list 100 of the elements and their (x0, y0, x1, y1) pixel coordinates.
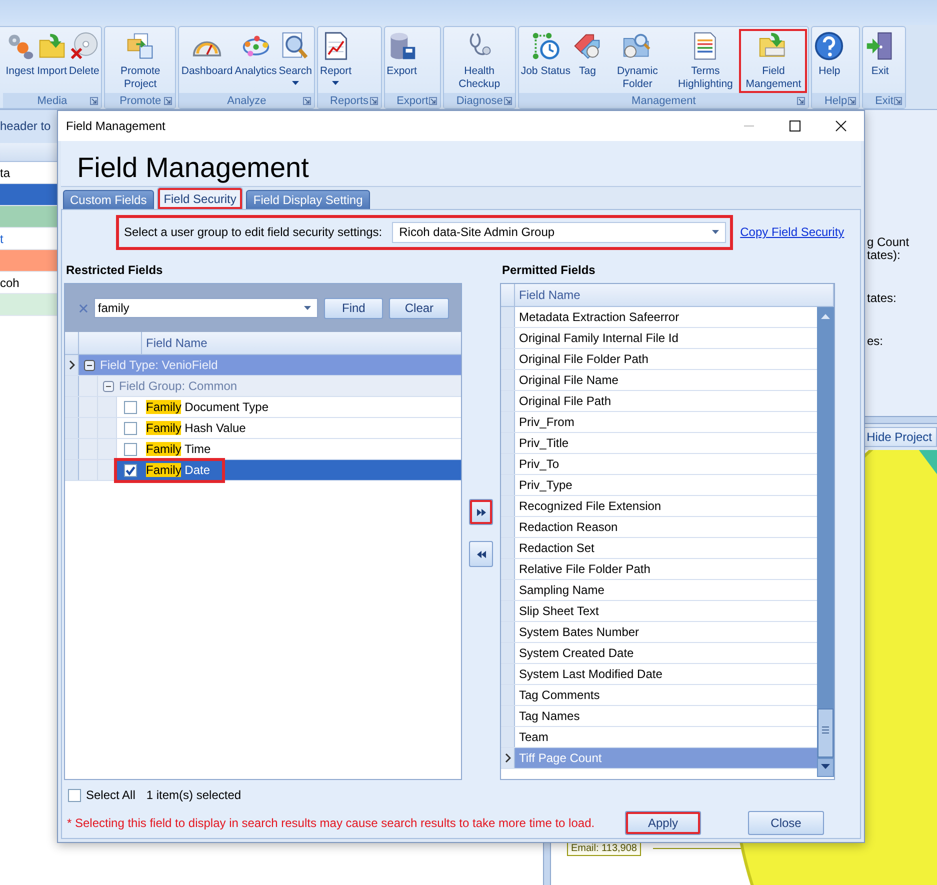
table-cell: coh (0, 276, 20, 290)
scrollbar[interactable] (817, 307, 834, 777)
launcher-icon[interactable] (370, 97, 378, 105)
field-row[interactable]: Tag Comments (515, 685, 817, 705)
field-row[interactable]: Team (515, 727, 817, 747)
ribbon-button[interactable]: Dynamic Folder (603, 29, 672, 93)
tab[interactable]: Field Security (156, 187, 244, 209)
ribbon-button[interactable]: Field Mangement (739, 29, 808, 93)
field-row[interactable]: Original File Path (515, 391, 817, 411)
move-right-button[interactable] (469, 499, 493, 525)
launcher-icon[interactable] (894, 97, 902, 105)
ribbon-button[interactable]: Analytics (234, 29, 278, 93)
field-label: g Count (867, 236, 910, 249)
field-row[interactable]: Priv_To (515, 454, 817, 474)
move-left-button[interactable] (469, 541, 493, 567)
column-header[interactable]: Field Name (515, 284, 816, 306)
ribbon-button[interactable]: Terms Highlighting (671, 29, 740, 93)
field-row[interactable]: Priv_Title (515, 433, 817, 453)
field-row[interactable]: Redaction Set (515, 538, 817, 558)
launcher-icon[interactable] (164, 97, 172, 105)
launcher-icon[interactable] (848, 97, 856, 105)
ribbon-button[interactable]: Dashboard (180, 29, 234, 93)
close-button[interactable]: Close (748, 810, 824, 834)
user-group-dropdown[interactable]: Ricoh data-Site Admin Group (392, 222, 726, 242)
row-indicator[interactable] (65, 355, 79, 375)
dialog-heading: Field Management (77, 150, 309, 184)
grid-row[interactable] (0, 250, 57, 272)
group-label: Exit (875, 94, 894, 106)
collapse-icon[interactable] (84, 360, 95, 370)
section-heading: Permitted Fields (501, 263, 596, 279)
field-row[interactable]: System Bates Number (515, 622, 817, 642)
warning-note: * Selecting this field to display in search results may cause search results to take more time to load. (67, 816, 596, 830)
field-row[interactable]: Priv_Type (515, 475, 817, 495)
ribbon-button[interactable]: Health Checkup (445, 29, 514, 93)
field-row[interactable]: Redaction Reason (515, 517, 817, 537)
field-row[interactable]: Recognized File Extension (515, 496, 817, 516)
launcher-icon[interactable] (90, 97, 98, 105)
checkbox[interactable] (124, 400, 136, 414)
indent-cell (98, 418, 116, 438)
ribbon-button[interactable]: Delete (68, 29, 100, 93)
field-row[interactable]: Relative File Folder Path (515, 559, 817, 579)
field-row[interactable]: Metadata Extraction Safeerror (515, 307, 817, 327)
field-row[interactable]: Sampling Name (515, 580, 817, 600)
field-row[interactable]: Original File Name (515, 370, 817, 390)
ribbon-button[interactable]: Report (319, 29, 353, 93)
launcher-icon[interactable] (429, 97, 438, 105)
field-label: es: (867, 335, 884, 348)
field-row[interactable]: System Last Modified Date (515, 664, 817, 684)
field-row[interactable]: System Created Date (515, 643, 817, 663)
ribbon-button[interactable]: Import (36, 29, 68, 93)
field-row[interactable]: Priv_From (515, 412, 817, 432)
ribbon-button[interactable]: Help (813, 29, 846, 93)
tab[interactable]: Custom Fields (63, 190, 154, 209)
launcher-icon[interactable] (303, 97, 312, 105)
group-label: Field Type: VenioField (100, 358, 218, 372)
table-cell: t (0, 232, 4, 246)
ribbon-button[interactable]: Search (278, 29, 314, 93)
grid-row[interactable] (0, 184, 57, 206)
find-button[interactable]: Find (324, 298, 384, 318)
column-header[interactable] (0, 143, 57, 162)
ribbon-button[interactable]: Export (386, 29, 418, 93)
section-heading: Restricted Fields (65, 263, 164, 279)
caret-icon (712, 230, 720, 234)
table-cell: ta (0, 166, 10, 180)
caret-icon (304, 306, 311, 310)
copy-field-security-link[interactable]: Copy Field Security (740, 225, 844, 239)
checkbox[interactable] (124, 442, 136, 456)
help-icon (814, 31, 844, 61)
drop-hint: header to (0, 119, 51, 133)
group-label: Analyze (227, 94, 266, 106)
row-indicator[interactable] (501, 748, 515, 768)
ribbon-button[interactable]: Tag (571, 29, 604, 93)
search-field[interactable]: family (94, 298, 318, 318)
ribbon-button[interactable]: Ingest (4, 29, 36, 93)
field-label: Select a user group to edit field security settings: (124, 225, 382, 239)
group-label: Management (632, 94, 696, 106)
checkbox[interactable] (124, 464, 136, 476)
field-row[interactable]: Original Family Internal File Id (515, 328, 817, 348)
checkbox-label: Select All (86, 788, 136, 802)
field-row[interactable]: Tag Names (515, 706, 817, 726)
documents-icon (125, 31, 156, 61)
clear-button[interactable]: Clear (389, 298, 449, 318)
ribbon-button[interactable]: Promote Project (106, 29, 174, 93)
group-label: Diagnose (456, 94, 503, 106)
field-row[interactable]: Original File Folder Path (515, 349, 817, 369)
ribbon-button[interactable]: Job Status (520, 29, 572, 93)
checkbox[interactable] (68, 788, 81, 802)
launcher-icon[interactable] (797, 97, 806, 105)
collapse-icon[interactable] (103, 380, 114, 392)
apply-button[interactable]: Apply (625, 810, 701, 834)
launcher-icon[interactable] (504, 97, 512, 105)
ribbon-button[interactable]: Exit (864, 29, 896, 93)
disc-icon (69, 31, 100, 61)
indent-cell (98, 439, 116, 459)
column-header[interactable]: Field Name (142, 332, 461, 354)
field-label: tates): (867, 249, 902, 262)
checkbox[interactable] (124, 422, 136, 434)
group-label: Reports (330, 94, 369, 106)
tab[interactable]: Field Display Setting (246, 190, 370, 209)
field-row[interactable]: Slip Sheet Text (515, 601, 817, 621)
